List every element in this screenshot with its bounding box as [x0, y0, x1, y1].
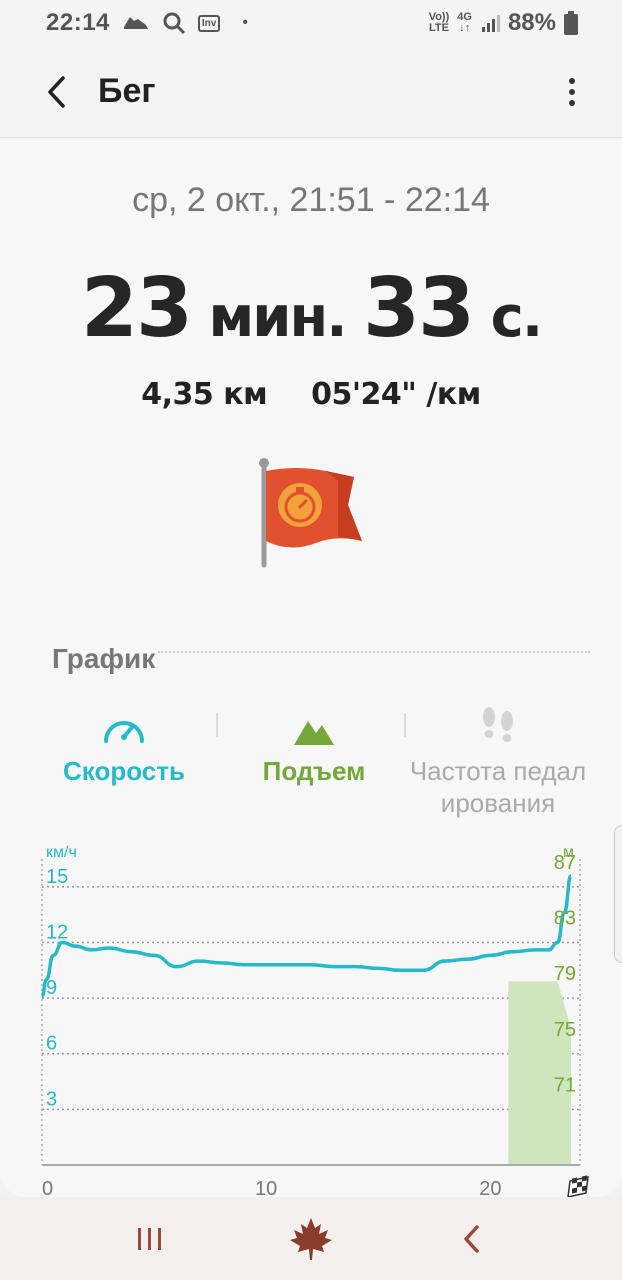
tab-cadence-label: Частота педал ирования — [409, 756, 587, 818]
battery-percent: 88% — [507, 9, 556, 36]
y-left-unit-label: км/ч — [46, 844, 77, 861]
tab-cadence[interactable]: Частота педал ирования — [398, 705, 598, 819]
shoe-icon — [123, 17, 148, 29]
stopwatch-flag-icon — [259, 458, 362, 568]
recents-icon — [138, 1227, 162, 1250]
checkered-flag-icon — [567, 1175, 589, 1197]
y-right-unit-label: м — [563, 844, 574, 861]
duration-seconds: 33 — [363, 261, 475, 356]
search-icon — [163, 12, 185, 35]
footprints-icon — [483, 707, 513, 742]
signal-icon — [481, 15, 500, 32]
speedometer-icon — [104, 721, 144, 743]
y-right-tick-label: 83 — [554, 908, 576, 930]
y-left-tick-label: 12 — [46, 921, 68, 943]
speed-line — [40, 873, 573, 998]
chevron-left-icon — [48, 75, 65, 108]
tab-speed-label: Скорость — [63, 756, 185, 786]
distance-value: 4,35 км — [141, 377, 268, 412]
elevation-area-series — [508, 981, 572, 1165]
y-left-tick-label: 3 — [46, 1088, 57, 1110]
recents-button[interactable] — [115, 1209, 185, 1269]
pace-value: 05'24" /км — [311, 377, 481, 412]
chart-grid — [41, 859, 581, 1165]
elevation-area — [508, 981, 572, 1165]
network-indicator: 4G ↓↑ — [457, 11, 472, 34]
y-right-tick-label: 71 — [554, 1074, 576, 1096]
workout-stats: 4,35 км 05'24" /км — [0, 377, 622, 412]
x-tick-label: 20 — [479, 1178, 501, 1197]
y-right-tick-label: 79 — [554, 963, 576, 985]
home-button[interactable] — [276, 1209, 346, 1269]
back-button[interactable] — [22, 57, 92, 127]
chart-tick-labels: 15129638783797571км/ч м0 10 20 — [42, 844, 576, 1197]
workout-details: ср, 2 окт., 21:51 - 22:14 23 мин. 33 с. … — [0, 139, 622, 1197]
system-navigation-bar — [0, 1197, 622, 1280]
chart-area: 15 12 9 6 3 87 83 79 75 71 км/ч м 0 10 20 — [0, 839, 622, 1197]
app-bar: Бег — [0, 46, 622, 138]
tab-elevation[interactable]: Подъем — [244, 705, 384, 787]
status-time: 22:14 — [46, 9, 110, 36]
tab-elevation-label: Подъем — [262, 756, 366, 786]
back-nav-button[interactable] — [437, 1209, 507, 1269]
y-left-tick-label: 6 — [46, 1033, 57, 1055]
y-right-tick-label: 75 — [554, 1019, 576, 1041]
section-divider — [158, 651, 590, 653]
more-options-button[interactable] — [552, 62, 592, 122]
chart-section-title: График — [52, 643, 156, 674]
duration-seconds-unit: с. — [473, 285, 543, 350]
volte-indicator: Vo)) LTE — [428, 11, 450, 34]
more-vert-icon — [569, 77, 575, 84]
y-left-tick-label: 9 — [46, 977, 57, 999]
maple-leaf-icon — [289, 1217, 332, 1260]
dot-icon: • — [242, 14, 248, 31]
x-tick-label: 10 — [255, 1178, 277, 1197]
workout-date-range: ср, 2 окт., 21:51 - 22:14 — [132, 181, 490, 219]
elevation-speed-chart: 15129638783797571км/ч м0 10 20 — [40, 844, 589, 1197]
workout-duration: 23 мин. 33 с. — [0, 261, 622, 356]
duration-minutes: 23 — [80, 261, 193, 356]
mountain-icon — [294, 721, 334, 745]
y-left-tick-label: 15 — [46, 866, 68, 888]
x-tick-label: 0 — [42, 1178, 53, 1197]
tab-separator — [216, 713, 218, 737]
inv-icon: Inv — [197, 14, 221, 32]
back-chevron-icon — [463, 1224, 479, 1253]
status-bar: 22:14 Inv • Vo)) LTE 4G ↓↑ 88% — [0, 0, 622, 46]
tab-speed[interactable]: Скорость — [50, 705, 198, 787]
duration-minutes-unit: мин. — [191, 285, 363, 350]
battery-icon — [564, 11, 578, 35]
page-title: Бег — [98, 72, 156, 110]
speed-line-series — [40, 873, 573, 998]
